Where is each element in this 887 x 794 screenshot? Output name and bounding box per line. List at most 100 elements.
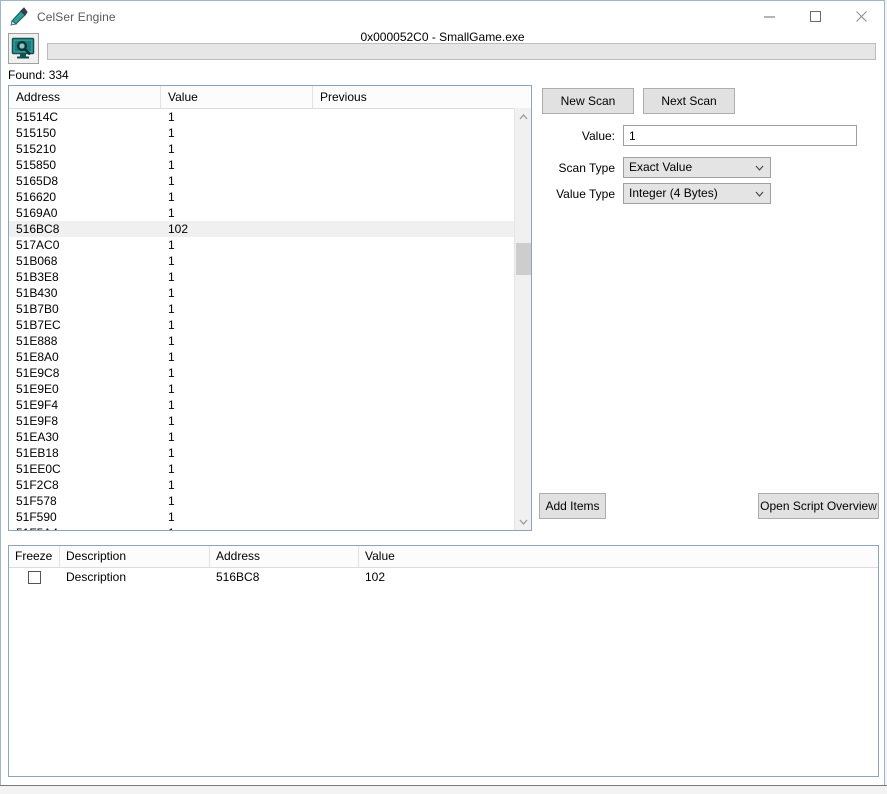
results-cell-previous [313,221,531,237]
next-scan-button[interactable]: Next Scan [643,88,735,114]
scrollbar-up-button[interactable] [515,108,531,125]
results-row[interactable]: 51E8A0 1 [9,349,531,365]
results-cell-value: 1 [168,254,175,268]
results-cell-address: 51B068 [16,254,58,268]
app-icon [8,6,30,28]
cheat-table[interactable]: Freeze Description Address Value Descrip… [8,545,879,777]
close-button[interactable] [838,1,884,32]
results-cell-address: 515210 [16,142,57,156]
results-row[interactable]: 51EB18 1 [9,445,531,461]
results-row[interactable]: 51F590 1 [9,509,531,525]
open-script-overview-button[interactable]: Open Script Overview [758,493,879,519]
results-row[interactable]: 51EE0C 1 [9,461,531,477]
results-cell-value: 1 [168,174,175,188]
freeze-checkbox-cell [9,568,60,587]
results-column-value[interactable]: Value [161,86,313,108]
results-cell-previous [313,397,531,413]
results-cell-value: 1 [168,446,175,460]
results-cell-previous [313,445,531,461]
results-row[interactable]: 51B7B0 1 [9,301,531,317]
results-row[interactable]: 51F5A41 [9,525,531,530]
results-row[interactable]: 51F578 1 [9,493,531,509]
value-type-select[interactable]: Integer (4 Bytes) [623,183,771,204]
results-cell-address: 51E8A0 [16,350,59,364]
results-scrollbar[interactable] [514,108,531,530]
cheat-column-description[interactable]: Description [60,546,210,567]
results-cell-address: 51F578 [16,494,57,508]
results-column-previous[interactable]: Previous [313,86,531,108]
results-row[interactable]: 51F2C8 1 [9,477,531,493]
results-cell-value: 1 [168,462,175,476]
results-row[interactable]: 51E9F8 1 [9,413,531,429]
value-field-row: Value: [539,125,857,146]
results-cell-address: 51EE0C [16,462,61,476]
new-scan-button[interactable]: New Scan [542,88,634,114]
results-header-row: Address Value Previous [9,86,531,109]
results-cell-previous [313,253,531,269]
attached-process-label: 0x000052C0 - SmallGame.exe [360,30,525,44]
results-row[interactable]: 5169A0 1 [9,205,531,221]
results-cell-value: 1 [168,238,175,252]
results-row[interactable]: 515210 1 [9,141,531,157]
results-row[interactable]: 515150 1 [9,125,531,141]
results-row[interactable]: 51E9E0 1 [9,381,531,397]
cheat-table-row[interactable]: Description 516BC8 102 [9,568,878,587]
results-cell-address: 5165D8 [16,174,59,188]
results-cell-value: 1 [168,318,175,332]
results-row[interactable]: 515850 1 [9,157,531,173]
results-row[interactable]: 5165D8 1 [9,173,531,189]
results-cell-value: 1 [168,382,175,396]
minimize-button[interactable] [746,1,792,32]
cheat-column-freeze[interactable]: Freeze [9,546,60,567]
scan-progress-bar [47,43,876,60]
results-cell-address: 51EA30 [16,430,59,444]
cheat-cell-description[interactable]: Description [60,568,210,587]
results-cell-value: 1 [168,366,175,380]
results-row[interactable]: 51B7EC 1 [9,317,531,333]
results-cell-address: 51B7EC [16,318,61,332]
results-cell-previous [313,205,531,221]
results-row[interactable]: 51EA30 1 [9,429,531,445]
results-cell-previous [313,333,531,349]
results-cell-value: 1 [168,414,175,428]
results-cell-value: 1 [168,142,175,156]
results-row[interactable]: 517AC0 1 [9,237,531,253]
cheat-column-value[interactable]: Value [359,546,559,567]
scan-type-label: Scan Type [558,160,615,175]
cheat-cell-value[interactable]: 102 [359,568,559,587]
results-row[interactable]: 51B068 1 [9,253,531,269]
results-row[interactable]: 51B3E8 1 [9,269,531,285]
scrollbar-down-button[interactable] [515,513,531,530]
results-cell-value: 1 [168,478,175,492]
add-items-button[interactable]: Add Items [539,493,606,519]
cheat-column-address[interactable]: Address [210,546,359,567]
scan-value-input[interactable] [623,125,857,146]
cheat-cell-address[interactable]: 516BC8 [210,568,359,587]
value-type-label: Value Type [556,186,615,201]
maximize-button[interactable] [792,1,838,32]
results-row[interactable]: 51E888 1 [9,333,531,349]
results-cell-previous [313,285,531,301]
results-column-address[interactable]: Address [9,86,161,108]
results-row[interactable]: 51E9F4 1 [9,397,531,413]
value-type-row: Value Type Integer (4 Bytes) [539,183,771,204]
scan-type-select[interactable]: Exact Value [623,157,771,178]
results-cell-address: 51F2C8 [16,478,59,492]
results-row[interactable]: 51514C 1 [9,109,531,125]
results-cell-previous [313,413,531,429]
results-row[interactable]: 516620 1 [9,189,531,205]
middle-area: Address Value Previous 51514C 1 515150 1 515… [1,85,884,540]
results-row[interactable]: 51B430 1 [9,285,531,301]
scan-results-list[interactable]: Address Value Previous 51514C 1 515150 1 515… [8,85,532,531]
results-cell-address: 51E9C8 [16,366,60,380]
results-row[interactable]: 51E9C8 1 [9,365,531,381]
freeze-checkbox[interactable] [28,571,41,584]
results-cell-value: 1 [168,158,175,172]
chevron-down-icon [519,519,527,525]
results-cell-value: 1 [168,398,175,412]
results-cell-previous [313,141,531,157]
scrollbar-thumb[interactable] [516,243,531,275]
results-cell-previous [313,525,531,530]
process-selector-button[interactable] [8,33,39,64]
results-row[interactable]: 516BC8 102 [9,221,531,237]
